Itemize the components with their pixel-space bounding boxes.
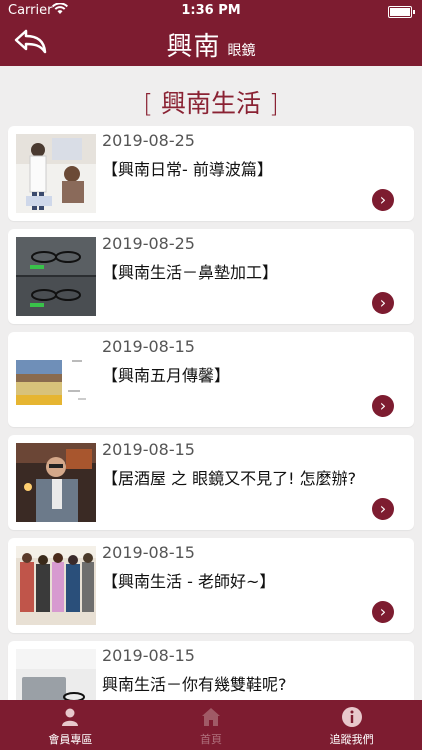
brand-logo: 興南 眼鏡	[0, 26, 422, 63]
status-bar: Carrier 1:36 PM	[0, 0, 422, 22]
tab-member[interactable]: 會員專區	[0, 700, 141, 750]
tab-home-label: 首頁	[200, 732, 222, 746]
tab-follow[interactable]: 追蹤我們	[281, 700, 422, 750]
article-date: 2019-08-25	[102, 234, 195, 253]
article-card[interactable]: 2019-08-25 【興南日常- 前導波篇】 ›	[8, 126, 414, 221]
article-thumbnail	[16, 134, 96, 213]
title-bracket-open: [	[143, 89, 154, 118]
page-title: [ 興南生活 ]	[0, 84, 422, 120]
article-card[interactable]: 2019-08-25 【興南生活－鼻墊加工】 ›	[8, 229, 414, 324]
article-date: 2019-08-15	[102, 646, 195, 665]
article-thumbnail	[16, 340, 96, 419]
article-card[interactable]: 2019-08-15 【興南生活 - 老師好~】 ›	[8, 538, 414, 633]
tab-member-label: 會員專區	[48, 732, 93, 746]
chevron-right-icon[interactable]: ›	[372, 189, 394, 211]
title-bracket-close: ]	[268, 89, 279, 118]
article-title[interactable]: 興南生活－你有幾雙鞋呢?	[102, 671, 402, 695]
chevron-right-icon[interactable]: ›	[372, 292, 394, 314]
tab-bar: 會員專區 首頁 追蹤我們	[0, 700, 422, 750]
article-date: 2019-08-25	[102, 131, 195, 150]
article-card[interactable]: 2019-08-15 【居酒屋 之 眼鏡又不見了! 怎麼辦? ›	[8, 435, 414, 530]
page-title-text: 興南生活	[160, 89, 261, 118]
article-title[interactable]: 【興南五月傳馨】	[102, 362, 402, 386]
article-thumbnail	[16, 237, 96, 316]
article-list: 2019-08-25 【興南日常- 前導波篇】 › 2019-08-25 【興南…	[8, 126, 414, 744]
article-card[interactable]: 2019-08-15 【興南五月傳馨】 ›	[8, 332, 414, 427]
chevron-right-icon[interactable]: ›	[372, 498, 394, 520]
article-title[interactable]: 【興南日常- 前導波篇】	[102, 156, 402, 180]
person-icon	[62, 708, 79, 726]
home-icon	[202, 707, 220, 726]
tab-follow-label: 追蹤我們	[329, 732, 374, 746]
clock: 1:36 PM	[181, 3, 241, 18]
info-icon	[341, 706, 362, 727]
article-date: 2019-08-15	[102, 337, 195, 356]
article-thumbnail	[16, 546, 96, 625]
article-date: 2019-08-15	[102, 543, 195, 562]
chevron-right-icon[interactable]: ›	[372, 395, 394, 417]
chevron-right-icon[interactable]: ›	[372, 601, 394, 623]
nav-bar: 興南 眼鏡	[0, 22, 422, 66]
article-title[interactable]: 【興南生活 - 老師好~】	[102, 568, 402, 592]
brand-subtitle: 眼鏡	[227, 43, 256, 59]
article-title[interactable]: 【興南生活－鼻墊加工】	[102, 259, 402, 283]
article-date: 2019-08-15	[102, 440, 195, 459]
article-thumbnail	[16, 443, 96, 522]
brand-name: 興南	[166, 32, 221, 62]
battery-icon	[388, 6, 415, 18]
article-title[interactable]: 【居酒屋 之 眼鏡又不見了! 怎麼辦?	[102, 465, 402, 489]
tab-home[interactable]: 首頁	[141, 700, 282, 750]
